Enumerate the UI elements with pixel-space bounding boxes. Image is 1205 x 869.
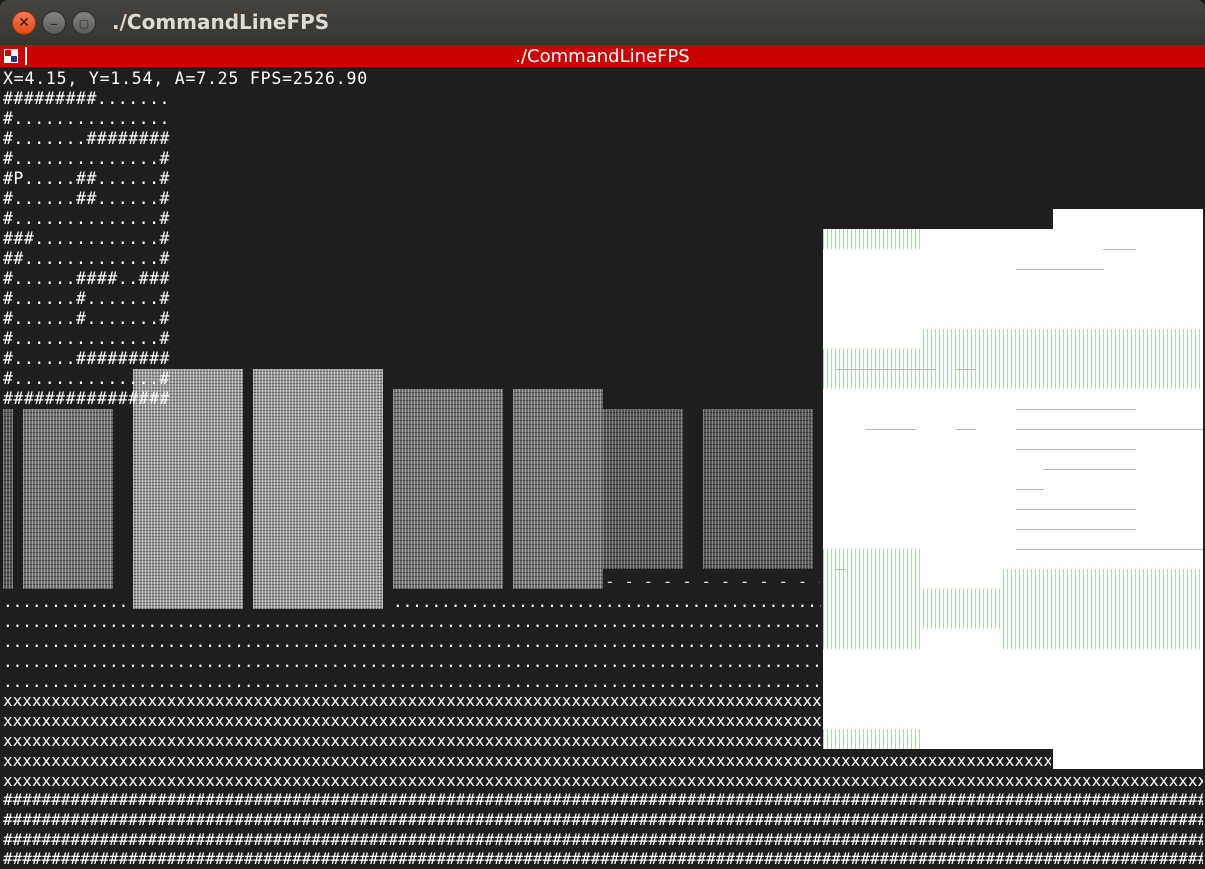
floor-dot-row: ........................................…: [393, 592, 821, 611]
floor-x-row: xxxxxxxxxxxxxxxxxxxxxxxxxxxxxxxxxxxxxxxx…: [3, 731, 821, 750]
minimap-row: #...............: [3, 109, 170, 128]
wall-artifact: [1003, 569, 1203, 649]
console-titlebar: ./CommandLineFPS: [0, 45, 1205, 67]
near-wall: [1053, 209, 1203, 769]
wall-artifact: [823, 729, 923, 749]
maximize-icon[interactable]: ▢: [72, 11, 96, 35]
wall-artifact: [923, 589, 1003, 629]
minimap-row: #......#.......#: [3, 289, 170, 308]
floor-hash-row: ########################################…: [3, 810, 1203, 829]
floor-dot-row: ........................................…: [3, 652, 821, 671]
minimap-row: #..............#: [3, 209, 170, 228]
minimap-row: #..............#: [3, 149, 170, 168]
wall-artifact-line: [1016, 509, 1136, 510]
wall-artifact-line: [1016, 409, 1136, 410]
minimap-row: ##.............#: [3, 249, 170, 268]
minimap-row: #......#.......#: [3, 309, 170, 328]
floor-x-row: xxxxxxxxxxxxxxxxxxxxxxxxxxxxxxxxxxxxxxxx…: [3, 771, 1203, 790]
minimap-row: #......#########: [3, 349, 170, 368]
wall-artifact-line: [1016, 549, 1203, 550]
console-title: ./CommandLineFPS: [515, 46, 690, 67]
wall-artifact-line: [1016, 449, 1136, 450]
close-icon[interactable]: ✕: [12, 11, 36, 35]
floor-x-row: xxxxxxxxxxxxxxxxxxxxxxxxxxxxxxxxxxxxxxxx…: [3, 711, 821, 730]
floor-hash-row: ########################################…: [3, 830, 1203, 849]
wall-artifact-line: [836, 369, 936, 370]
floor-hash-row: ########################################…: [3, 849, 1203, 868]
wall-artifact-line: [956, 429, 976, 430]
minimize-icon[interactable]: –: [42, 11, 66, 35]
minimap-row: #......####..###: [3, 269, 170, 288]
minimap-row: ###............#: [3, 229, 170, 248]
floor-x-row: xxxxxxxxxxxxxxxxxxxxxxxxxxxxxxxxxxxxxxxx…: [3, 751, 1051, 770]
floor-hash-row: ########################################…: [3, 790, 1203, 809]
floor-dot-row: ........................................…: [3, 672, 821, 691]
floor-dash-row: - - - - - - - - - - - - - - - - - - - - …: [605, 572, 820, 591]
floor-dot-row: ........................................…: [3, 632, 821, 651]
wall-artifact-line: [1016, 269, 1104, 270]
wall-artifact-line: [836, 569, 846, 570]
wall-artifact-line: [1043, 469, 1136, 470]
window-title: ./CommandLineFPS: [112, 10, 330, 34]
wall-artifact-line: [1016, 429, 1203, 430]
wall-artifact-line: [866, 429, 916, 430]
minimap-row: #P.....##......#: [3, 169, 170, 188]
wall-slice: [603, 409, 683, 569]
wall-slice: [703, 409, 813, 569]
minimap-row: ################: [3, 389, 170, 408]
floor-x-row: xxxxxxxxxxxxxxxxxxxxxxxxxxxxxxxxxxxxxxxx…: [3, 691, 821, 710]
wall-artifact-line: [1016, 489, 1044, 490]
minimap-row: #..............#: [3, 369, 170, 388]
wall-slice: [3, 409, 13, 589]
wall-artifact-line: [1103, 249, 1136, 250]
minimap-row: #..............#: [3, 329, 170, 348]
floor-dot-row: ........................................…: [3, 612, 821, 631]
wall-slice: [253, 369, 383, 609]
wall-slice: [393, 389, 503, 589]
wall-artifact: [923, 329, 1203, 389]
wall-artifact-line: [1016, 529, 1136, 530]
window-titlebar: ✕ – ▢ ./CommandLineFPS: [0, 0, 1205, 45]
wall-artifact-line: [956, 369, 976, 370]
wall-artifact: [823, 549, 923, 649]
wall-slice: [23, 409, 113, 589]
minimap-row: #......##......#: [3, 189, 170, 208]
minimap-row: #.......########: [3, 129, 170, 148]
minimap-row: #########.......: [3, 89, 170, 108]
wall-slice: [513, 389, 603, 589]
status-line: X=4.15, Y=1.54, A=7.25 FPS=2526.90: [3, 69, 368, 88]
wall-artifact: [823, 229, 923, 249]
floor-dot-row: ........................................…: [3, 592, 131, 611]
